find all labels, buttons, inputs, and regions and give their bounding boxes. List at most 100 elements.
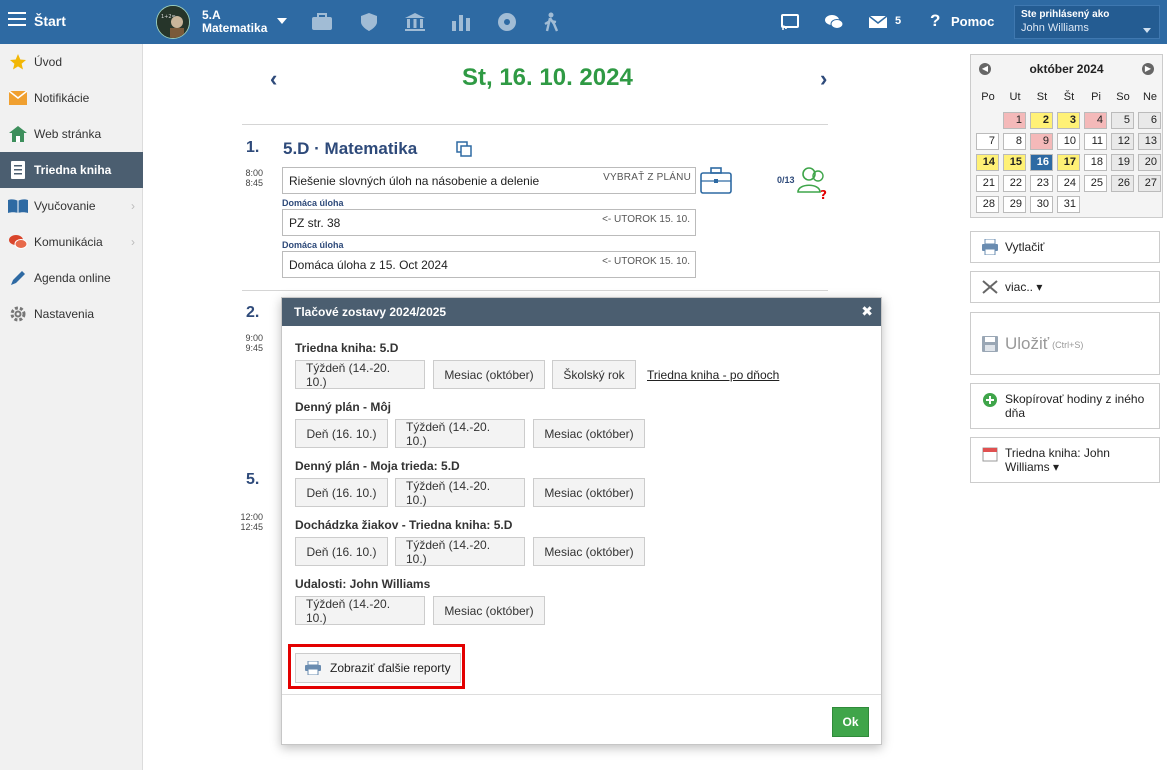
class-avatar[interactable]: 1+2= <box>156 5 190 39</box>
calendar-day[interactable]: 27 <box>1138 175 1161 192</box>
calendar-day[interactable]: 24 <box>1057 175 1080 192</box>
section-title: Denný plán - Moja trieda: 5.D <box>295 459 460 473</box>
report-month-button[interactable]: Mesiac (október) <box>533 537 645 566</box>
lesson-title[interactable]: 5.D · Matematika <box>283 139 417 159</box>
calendar-day[interactable]: 28 <box>976 196 999 213</box>
sidebar-item-uvod[interactable]: Úvod <box>0 44 143 80</box>
briefcase-icon[interactable] <box>311 12 333 32</box>
user-dropdown-icon[interactable] <box>1143 28 1151 33</box>
briefcase-icon[interactable] <box>700 166 732 194</box>
sidebar-item-komunikacia[interactable]: Komunikácia › <box>0 224 143 260</box>
copy-lessons-button[interactable]: Skopírovať hodiny z iného dňa <box>970 383 1160 429</box>
calendar-day[interactable]: 26 <box>1111 175 1134 192</box>
bar-chart-icon[interactable] <box>450 12 472 32</box>
calendar-day[interactable]: 22 <box>1003 175 1026 192</box>
hiking-icon[interactable] <box>541 12 563 32</box>
calendar-day[interactable]: 7 <box>976 133 999 150</box>
sidebar-item-label: Komunikácia <box>34 235 103 249</box>
report-day-button[interactable]: Deň (16. 10.) <box>295 419 388 448</box>
calendar-day[interactable]: 14 <box>976 154 999 171</box>
report-month-button[interactable]: Mesiac (október) <box>433 360 545 389</box>
calendar-day[interactable]: 6 <box>1138 112 1161 129</box>
homework-date: <- UTOROK 15. 10. <box>602 256 690 267</box>
cast-icon[interactable] <box>780 12 800 32</box>
calendar-day[interactable]: 19 <box>1111 154 1134 171</box>
report-week-button[interactable]: Týždeň (14.-20. 10.) <box>295 360 425 389</box>
report-week-button[interactable]: Týždeň (14.-20. 10.) <box>395 478 525 507</box>
dialog-title: Tlačové zostavy 2024/2025 <box>294 305 447 319</box>
more-button[interactable]: viac.. ▾ <box>970 271 1160 303</box>
calendar-day[interactable]: 13 <box>1138 133 1161 150</box>
chat-icon[interactable] <box>824 12 844 32</box>
lesson-topic-field[interactable]: Riešenie slovných úloh na násobenie a de… <box>282 167 696 194</box>
building-icon[interactable] <box>404 12 426 32</box>
calendar-day[interactable]: 1 <box>1003 112 1026 129</box>
molecule-icon[interactable] <box>496 12 518 32</box>
homework-field[interactable]: Domáca úloha z 15. Oct 2024 <- UTOROK 15… <box>282 251 696 278</box>
calendar-day[interactable]: 4 <box>1084 112 1107 129</box>
homework-text: PZ str. 38 <box>289 216 341 230</box>
calendar-day[interactable]: 5 <box>1111 112 1134 129</box>
save-button[interactable]: Uložiť (Ctrl+S) <box>970 312 1160 375</box>
report-week-button[interactable]: Týždeň (14.-20. 10.) <box>395 537 525 566</box>
calendar-day[interactable]: 12 <box>1111 133 1134 150</box>
class-selector[interactable]: 5.A Matematika <box>202 9 267 35</box>
date-title: St, 16. 10. 2024 <box>462 64 633 91</box>
start-link[interactable]: Štart <box>34 13 66 29</box>
next-day-button[interactable]: › <box>820 66 827 92</box>
class-dropdown-icon[interactable] <box>277 18 287 24</box>
report-month-button[interactable]: Mesiac (október) <box>533 478 645 507</box>
prev-day-button[interactable]: ‹ <box>270 66 277 92</box>
calendar-day[interactable]: 18 <box>1084 154 1107 171</box>
class-book-by-days-link[interactable]: Triedna kniha - po dňoch <box>647 368 779 382</box>
shield-icon[interactable] <box>358 12 380 32</box>
more-reports-button[interactable]: Zobraziť ďalšie reporty <box>295 653 461 683</box>
calendar-day[interactable]: 20 <box>1138 154 1161 171</box>
report-month-button[interactable]: Mesiac (október) <box>533 419 645 448</box>
homework-field[interactable]: PZ str. 38 <- UTOROK 15. 10. <box>282 209 696 236</box>
chevron-right-icon: › <box>131 199 135 213</box>
calendar-day[interactable]: 2 <box>1030 112 1053 129</box>
report-month-button[interactable]: Mesiac (október) <box>433 596 545 625</box>
help-icon[interactable]: ? <box>930 11 940 31</box>
sidebar-item-agenda-online[interactable]: Agenda online <box>0 260 143 296</box>
calendar-next-icon[interactable]: ▶ <box>1142 63 1154 75</box>
calendar-day[interactable]: 10 <box>1057 133 1080 150</box>
envelope-icon[interactable] <box>868 12 888 32</box>
report-day-button[interactable]: Deň (16. 10.) <box>295 478 388 507</box>
sidebar-item-nastavenia[interactable]: Nastavenia <box>0 296 143 332</box>
calendar-day[interactable]: 9 <box>1030 133 1053 150</box>
divider <box>242 124 828 125</box>
report-week-button[interactable]: Týždeň (14.-20. 10.) <box>295 596 425 625</box>
calendar-day[interactable]: 8 <box>1003 133 1026 150</box>
user-menu[interactable]: Ste prihlásený ako John Williams <box>1014 5 1160 39</box>
calendar-day[interactable]: 31 <box>1057 196 1080 213</box>
calendar-day[interactable]: 30 <box>1030 196 1053 213</box>
print-button[interactable]: Vytlačiť <box>970 231 1160 263</box>
class-book-button[interactable]: Triedna kniha: John Williams ▾ <box>970 437 1160 483</box>
report-day-button[interactable]: Deň (16. 10.) <box>295 537 388 566</box>
message-count-badge[interactable]: 5 <box>895 15 901 27</box>
sidebar-item-triedna-kniha[interactable]: Triedna kniha <box>0 152 143 188</box>
sidebar-item-vyucovanie[interactable]: Vyučovanie › <box>0 188 143 224</box>
copy-icon[interactable] <box>456 141 472 157</box>
sidebar-item-web-stranka[interactable]: Web stránka <box>0 116 143 152</box>
calendar-day[interactable]: 11 <box>1084 133 1107 150</box>
ok-button[interactable]: Ok <box>832 707 869 737</box>
calendar-day[interactable]: 21 <box>976 175 999 192</box>
close-icon[interactable]: ✖ <box>861 303 873 320</box>
help-link[interactable]: Pomoc <box>951 14 994 29</box>
report-week-button[interactable]: Týždeň (14.-20. 10.) <box>395 419 525 448</box>
calendar-day[interactable]: 16 <box>1030 154 1053 171</box>
calendar-day[interactable]: 15 <box>1003 154 1026 171</box>
calendar-day[interactable]: 29 <box>1003 196 1026 213</box>
calendar-day[interactable]: 25 <box>1084 175 1107 192</box>
calendar-day[interactable]: 23 <box>1030 175 1053 192</box>
calendar-day[interactable]: 3 <box>1057 112 1080 129</box>
hamburger-menu-icon[interactable] <box>8 12 26 28</box>
sidebar-item-notifikacie[interactable]: Notifikácie <box>0 80 143 116</box>
calendar-day[interactable]: 17 <box>1057 154 1080 171</box>
report-school-year-button[interactable]: Školský rok <box>552 360 636 389</box>
select-from-plan-link[interactable]: VYBRAŤ Z PLÁNU <box>603 172 691 183</box>
attendance-icon[interactable]: ? <box>796 166 830 200</box>
